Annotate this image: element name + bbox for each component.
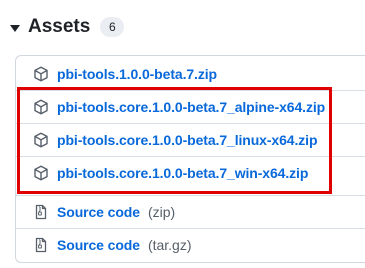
package-icon [33, 66, 49, 82]
package-icon [33, 165, 49, 181]
asset-row: pbi-tools.core.1.0.0-beta.7_alpine-x64.z… [16, 90, 365, 123]
asset-link[interactable]: pbi-tools.core.1.0.0-beta.7_win-x64.zip [57, 165, 308, 181]
asset-row: pbi-tools.1.0.0-beta.7.zip [16, 57, 365, 90]
archive-format: (tar.gz) [147, 237, 192, 253]
asset-row: Source code (tar.gz) [16, 228, 365, 261]
asset-link[interactable]: pbi-tools.1.0.0-beta.7.zip [57, 66, 217, 82]
file-zip-icon [33, 204, 49, 220]
file-zip-icon [33, 237, 49, 253]
caret-down-icon[interactable] [10, 24, 20, 32]
asset-link[interactable]: pbi-tools.core.1.0.0-beta.7_alpine-x64.z… [57, 99, 325, 115]
assets-count-badge: 6 [100, 17, 125, 37]
archive-format: (zip) [147, 204, 176, 220]
assets-list: pbi-tools.1.0.0-beta.7.zip pbi-tools.cor… [15, 55, 365, 263]
asset-row: Source code (zip) [16, 195, 365, 228]
source-code-link[interactable]: Source code [57, 204, 140, 220]
package-icon [33, 99, 49, 115]
asset-row: pbi-tools.core.1.0.0-beta.7_linux-x64.zi… [16, 123, 365, 156]
assets-title: Assets [28, 16, 91, 37]
package-icon [33, 132, 49, 148]
asset-link[interactable]: pbi-tools.core.1.0.0-beta.7_linux-x64.zi… [57, 132, 318, 148]
asset-row: pbi-tools.core.1.0.0-beta.7_win-x64.zip [16, 156, 365, 189]
source-code-link[interactable]: Source code [57, 237, 140, 253]
assets-header[interactable]: Assets 6 [10, 13, 125, 41]
